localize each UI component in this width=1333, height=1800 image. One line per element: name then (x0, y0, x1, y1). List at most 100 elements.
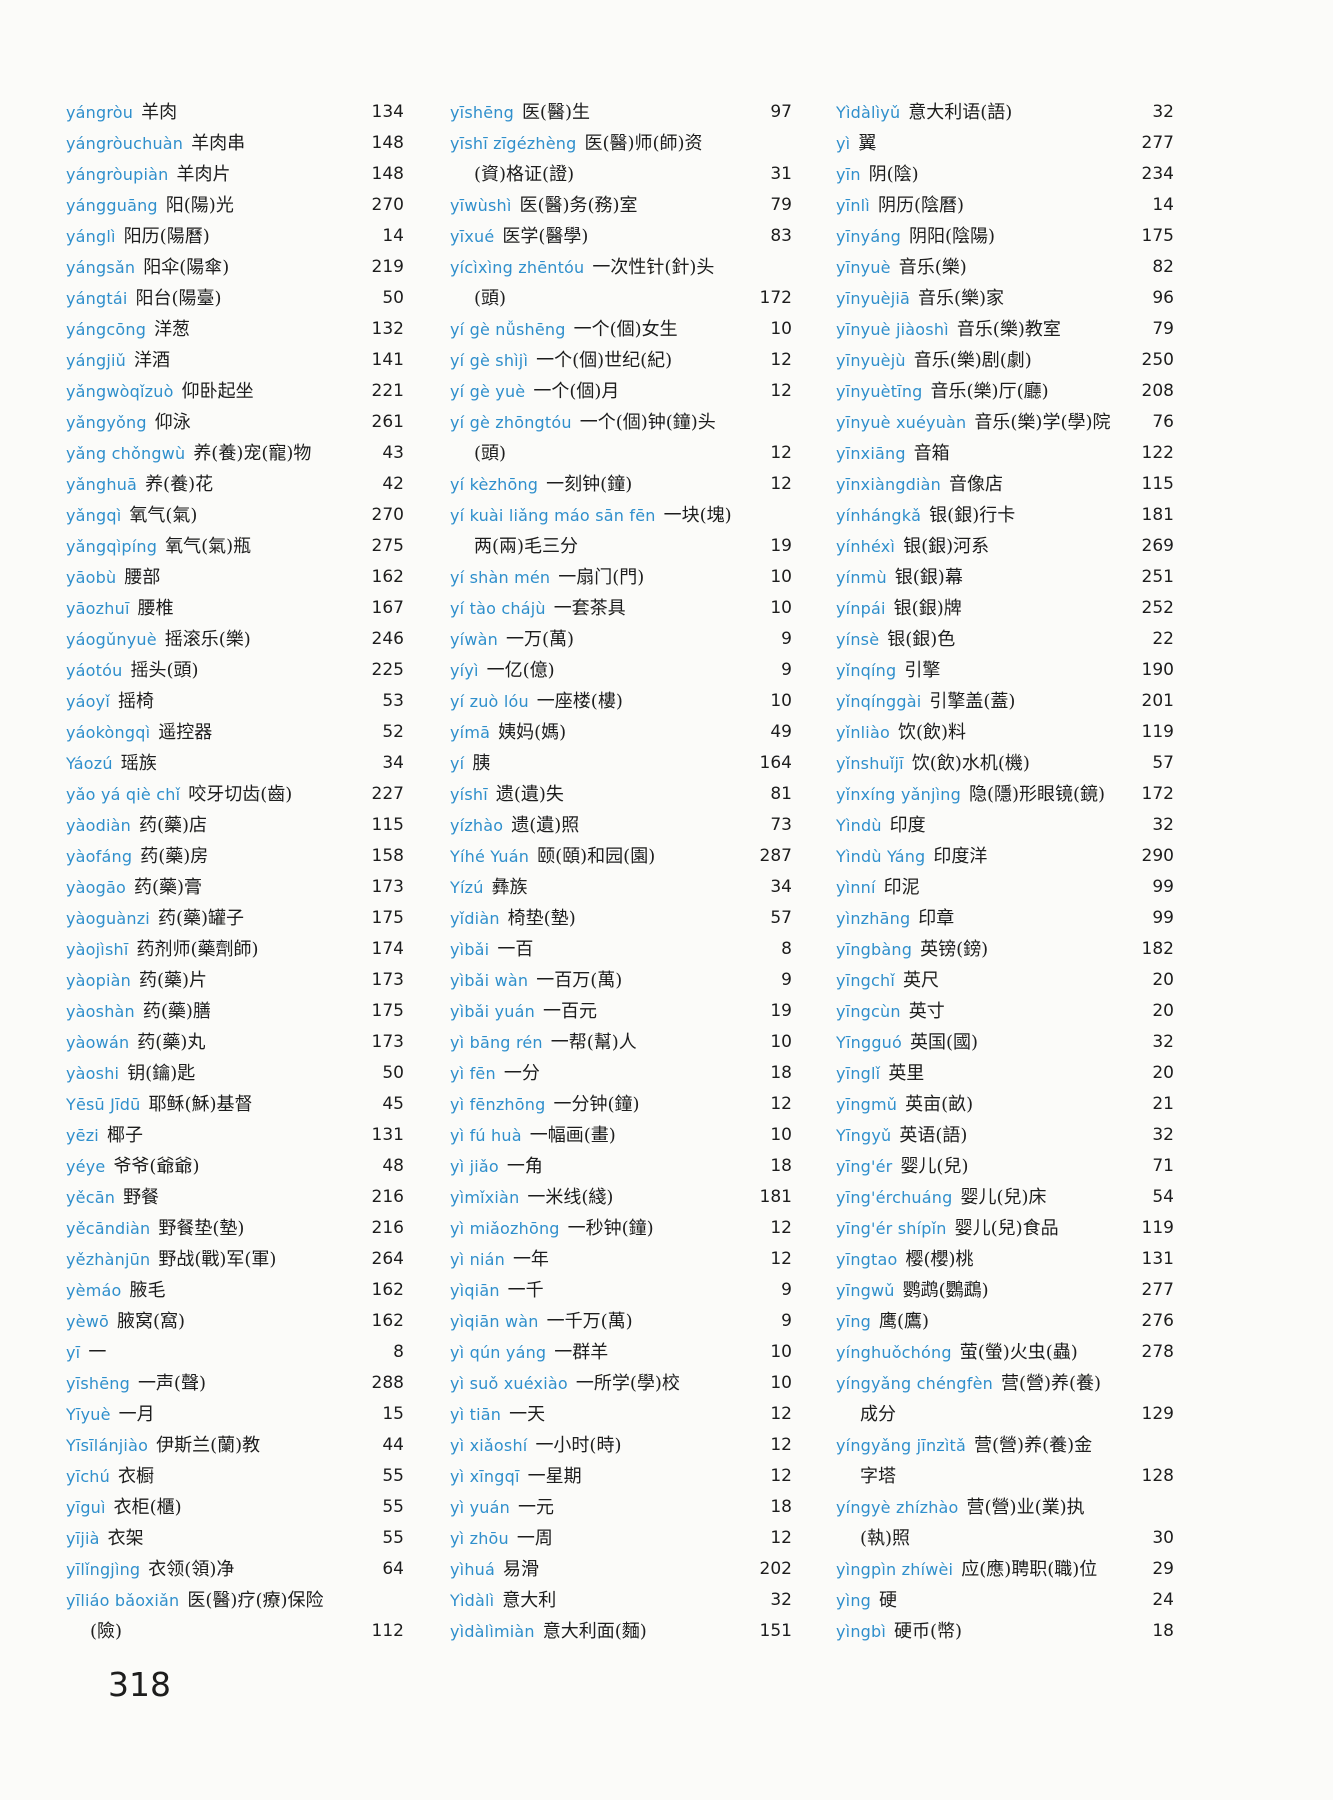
entry-page-ref: 29 (1152, 1559, 1174, 1579)
entry-page-ref: 277 (1141, 1280, 1174, 1300)
entry-hanzi: 英国(國) (910, 1032, 979, 1053)
entry-hanzi: 一角 (506, 1156, 543, 1177)
entry-page-ref: 44 (382, 1435, 404, 1455)
index-entry: yīxué 医学(醫學) 83 (450, 221, 792, 252)
entry-page-ref: 216 (371, 1218, 404, 1238)
index-entry: yīngbàng 英镑(鎊) 182 (836, 934, 1174, 965)
entry-hanzi: 一声(聲) (137, 1373, 206, 1394)
entry-pinyin: yīnyáng (836, 227, 902, 246)
index-entry-line: yāobù 腰部 162 (66, 562, 404, 593)
entry-page-ref: 131 (1141, 1249, 1174, 1269)
entry-page-ref: 234 (1141, 164, 1174, 184)
entry-hanzi: 一月 (118, 1404, 155, 1425)
entry-page-ref: 12 (770, 1249, 792, 1269)
entry-page-ref: 119 (1141, 1218, 1174, 1238)
entry-pinyin: Yīyuè (66, 1405, 111, 1424)
entry-page-ref: 134 (371, 102, 404, 122)
index-entry: yínhángkǎ 银(銀)行卡 181 (836, 500, 1174, 531)
entry-pinyin: yīng'ér shípǐn (836, 1219, 947, 1238)
entry-hanzi: 遗(遺)失 (495, 784, 564, 805)
entry-hanzi: 羊肉片 (176, 164, 231, 185)
entry-hanzi: 营(營)养(養)金 (974, 1435, 1093, 1456)
entry-pinyin: yízhào (450, 816, 504, 835)
entry-pinyin: yēzi (66, 1126, 99, 1145)
index-entry: yángguāng 阳(陽)光 270 (66, 190, 404, 221)
entry-hanzi: 羊肉串 (191, 133, 246, 154)
entry-hanzi: 一千 (507, 1280, 544, 1301)
entry-pinyin: yángròuchuàn (66, 134, 184, 153)
entry-hanzi: 摇滚乐(樂) (164, 629, 251, 650)
entry-page-ref: 216 (371, 1187, 404, 1207)
entry-hanzi: 阴历(陰曆) (877, 195, 964, 216)
entry-pinyin: yìbǎi yuán (450, 1002, 535, 1021)
entry-page-ref: 83 (770, 226, 792, 246)
index-entry: yí gè zhōngtóu 一个(個)钟(鐘)头 (頭) 12 (450, 407, 792, 469)
index-entry-line: yíshī 遗(遺)失 81 (450, 779, 792, 810)
entry-hanzi: 一所学(學)校 (575, 1373, 680, 1394)
index-entry: yīnyáng 阴阳(陰陽) 175 (836, 221, 1174, 252)
entry-pinyin: yíngyǎng chéngfèn (836, 1374, 993, 1393)
index-entry: yí tào chájù 一套茶具 10 (450, 593, 792, 624)
entry-pinyin: yìqiān wàn (450, 1312, 539, 1331)
index-entry: yīngtao 樱(櫻)桃 131 (836, 1244, 1174, 1275)
entry-pinyin: yíngyǎng jīnzìtǎ (836, 1436, 967, 1455)
index-entry-line: yì fēnzhōng 一分钟(鐘) 12 (450, 1089, 792, 1120)
entry-pinyin: yìng (836, 1591, 872, 1610)
index-entry: yīnyuè jiàoshì 音乐(樂)教室 79 (836, 314, 1174, 345)
entry-page-ref: 43 (382, 443, 404, 463)
index-entry: yǎngqìpíng 氧气(氣)瓶 275 (66, 531, 404, 562)
index-entry: yǎng chǒngwù 养(養)宠(寵)物 43 (66, 438, 404, 469)
entry-pinyin: yí kuài liǎng máo sān fēn (450, 506, 656, 525)
entry-page-ref: 42 (382, 474, 404, 494)
index-entry-line: yǎo yá qiè chǐ 咬牙切齿(齒) 227 (66, 779, 404, 810)
entry-page-ref: 10 (770, 1373, 792, 1393)
index-entry: Yīngyǔ 英语(語) 32 (836, 1120, 1174, 1151)
entry-page-ref: 287 (759, 846, 792, 866)
index-entry: yì bāng rén 一帮(幫)人 10 (450, 1027, 792, 1058)
entry-page-ref: 12 (770, 350, 792, 370)
index-entry: yì fēnzhōng 一分钟(鐘) 12 (450, 1089, 792, 1120)
index-entry: yàojìshī 药剂师(藥劑師) 174 (66, 934, 404, 965)
entry-pinyin: yìqiān (450, 1281, 500, 1300)
index-entry: yīchú 衣橱 55 (66, 1461, 404, 1492)
index-entry-line: yǎnghuā 养(養)花 42 (66, 469, 404, 500)
entry-hanzi: 羊肉 (141, 102, 178, 123)
entry-pinyin: yìbǎi (450, 940, 490, 959)
entry-pinyin: yì (836, 134, 851, 153)
index-entry: yīnxiāng 音箱 122 (836, 438, 1174, 469)
entry-page-ref: 57 (1152, 753, 1174, 773)
entry-hanzi: 一元 (517, 1497, 554, 1518)
entry-hanzi: 姨妈(媽) (498, 722, 567, 743)
index-entry: yì tiān 一天 12 (450, 1399, 792, 1430)
entry-pinyin: yángjiǔ (66, 351, 127, 370)
entry-pinyin: Yízú (450, 878, 484, 897)
index-entry-line: yíngyǎng jīnzìtǎ 营(營)养(養)金 (836, 1430, 1174, 1461)
entry-hanzi: 一群羊 (554, 1342, 609, 1363)
entry-pinyin: yì nián (450, 1250, 505, 1269)
index-entry-line: yì jiǎo 一角 18 (450, 1151, 792, 1182)
entry-pinyin: yì tiān (450, 1405, 502, 1424)
entry-hanzi: 鹰(鷹) (879, 1311, 930, 1332)
entry-page-ref: 12 (770, 1435, 792, 1455)
index-entry-line: yīlǐngjìng 衣领(領)净 64 (66, 1554, 404, 1585)
entry-hanzi: 腋窝(窩) (117, 1311, 186, 1332)
entry-hanzi: 养(養)花 (145, 474, 214, 495)
entry-page-ref: 172 (1141, 784, 1174, 804)
entry-hanzi: 银(銀)色 (887, 629, 956, 650)
entry-page-ref: 32 (1152, 1125, 1174, 1145)
index-entry-line: yí gè shìjì 一个(個)世纪(紀) 12 (450, 345, 792, 376)
entry-page-ref: 79 (770, 195, 792, 215)
entry-page-ref: 131 (371, 1125, 404, 1145)
entry-pinyin: yángguāng (66, 196, 158, 215)
entry-page-ref: 10 (770, 319, 792, 339)
entry-pinyin: yǐdiàn (450, 909, 500, 928)
index-entry: yīshī zīgézhèng 医(醫)师(師)资 (資)格证(證) 31 (450, 128, 792, 190)
entry-page-ref: 175 (1141, 226, 1174, 246)
entry-hanzi: 椅垫(墊) (507, 908, 576, 929)
index-entry-line: yàopiàn 药(藥)片 173 (66, 965, 404, 996)
index-entry-line: yìbǎi yuán 一百元 19 (450, 996, 792, 1027)
entry-hanzi: 易滑 (503, 1559, 539, 1580)
entry-pinyin: yīng (836, 1312, 872, 1331)
index-entry: yīng'ér 婴儿(兒) 71 (836, 1151, 1174, 1182)
entry-pinyin: yīguì (66, 1498, 106, 1517)
